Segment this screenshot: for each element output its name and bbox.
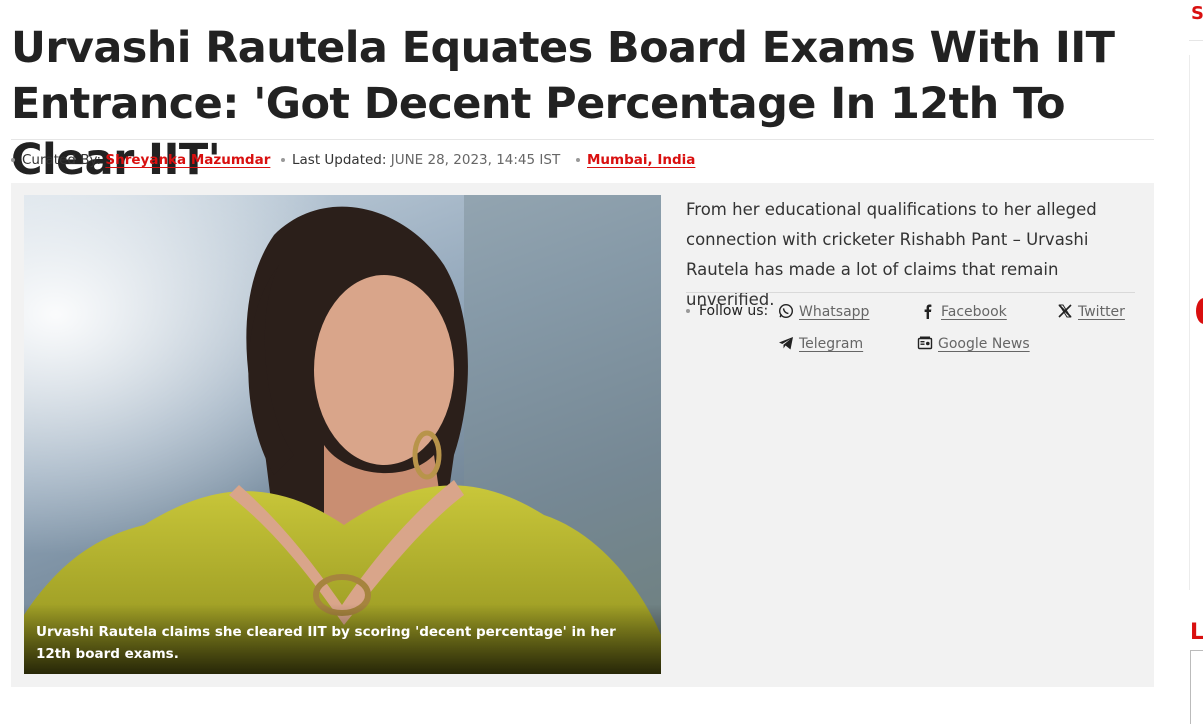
follow-us: Follow us: bbox=[686, 303, 768, 319]
share-google-news[interactable]: Google News bbox=[917, 335, 1030, 352]
facebook-icon bbox=[920, 303, 936, 319]
bullet bbox=[11, 158, 15, 162]
whatsapp-link[interactable]: Whatsapp bbox=[799, 304, 869, 320]
whatsapp-icon bbox=[778, 303, 794, 319]
share-twitter[interactable]: Twitter bbox=[1057, 303, 1125, 320]
sidebar-divider bbox=[1189, 40, 1203, 41]
author-link[interactable]: Shreyanka Mazumdar bbox=[105, 152, 270, 168]
sidebar-heading-partial: S bbox=[1191, 3, 1203, 24]
sidebar-heading-partial-2: L bbox=[1190, 620, 1203, 645]
article-photo[interactable]: Urvashi Rautela claims she cleared IIT b… bbox=[24, 195, 661, 674]
headline-divider bbox=[11, 139, 1154, 140]
updated-label: Last Updated: bbox=[292, 152, 387, 168]
share-telegram[interactable]: Telegram bbox=[778, 335, 863, 352]
telegram-link[interactable]: Telegram bbox=[799, 336, 863, 352]
bullet bbox=[576, 158, 580, 162]
follow-label: Follow us: bbox=[699, 303, 769, 319]
last-updated: Last Updated: JUNE 28, 2023, 14:45 IST bbox=[281, 152, 560, 168]
share-whatsapp[interactable]: Whatsapp bbox=[778, 303, 869, 320]
x-twitter-icon bbox=[1057, 303, 1073, 319]
bullet bbox=[281, 158, 285, 162]
article-summary: From her educational qualifications to h… bbox=[686, 200, 1097, 309]
google-news-icon bbox=[917, 335, 933, 351]
dateline: Mumbai, India bbox=[576, 152, 695, 168]
photo-illustration bbox=[24, 195, 661, 674]
hero-panel: Urvashi Rautela claims she cleared IIT b… bbox=[11, 183, 1154, 687]
location-link[interactable]: Mumbai, India bbox=[587, 152, 695, 168]
summary-divider bbox=[686, 292, 1135, 293]
sidebar-box bbox=[1190, 650, 1203, 724]
twitter-link[interactable]: Twitter bbox=[1078, 304, 1125, 320]
bullet bbox=[686, 309, 690, 313]
curated-by: Curated By: Shreyanka Mazumdar bbox=[11, 152, 270, 168]
facebook-link[interactable]: Facebook bbox=[941, 304, 1007, 320]
google-news-link[interactable]: Google News bbox=[938, 336, 1030, 352]
share-facebook[interactable]: Facebook bbox=[920, 303, 1007, 320]
telegram-icon bbox=[778, 335, 794, 351]
updated-value: JUNE 28, 2023, 14:45 IST bbox=[390, 152, 561, 168]
image-caption: Urvashi Rautela claims she cleared IIT b… bbox=[36, 624, 616, 662]
curated-label: Curated By: bbox=[22, 152, 102, 168]
